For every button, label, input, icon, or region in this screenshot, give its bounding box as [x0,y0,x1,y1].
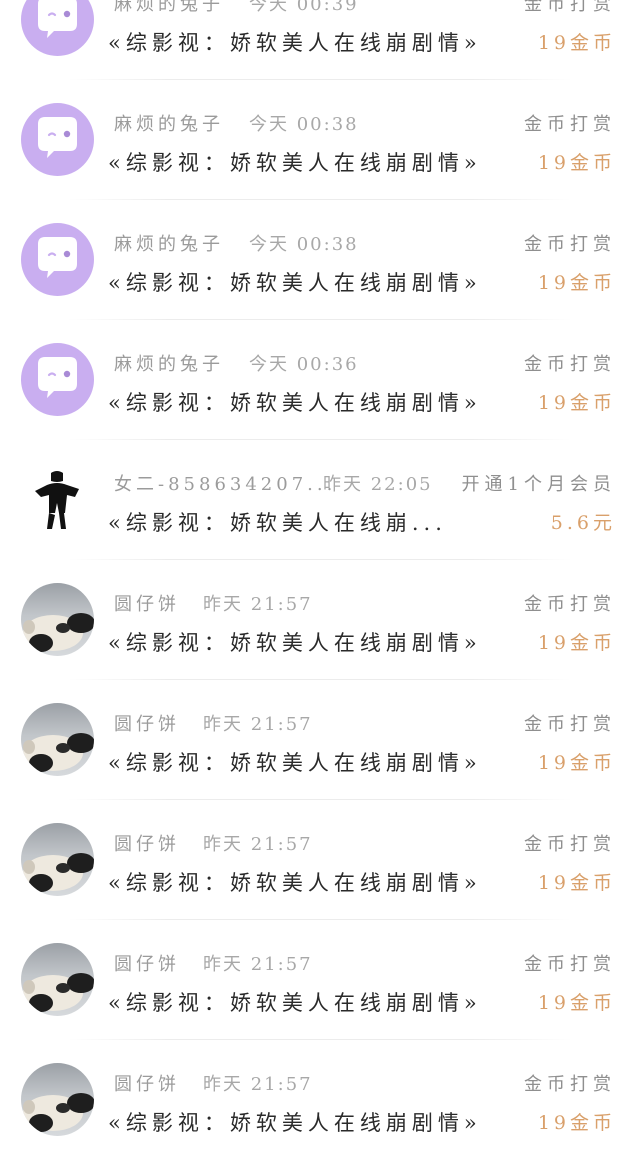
reward-amount: 19金币 [537,752,616,774]
reward-amount: 19金币 [537,992,616,1014]
timestamp: 昨天 21:57 [203,1074,313,1095]
reward-record-row[interactable]: 麻烦的兔子 今天 00:38 金币打赏 «综影视：娇软美人在线崩剧情» 19金币 [0,80,640,200]
reward-record-row[interactable]: 圆仔饼 昨天 21:57 金币打赏 «综影视：娇软美人在线崩剧情» 19金币 [0,800,640,920]
timestamp: 今天 00:38 [249,114,359,135]
reward-type: 金币打赏 [524,954,616,975]
panda-avatar[interactable] [21,583,94,656]
user-name: 麻烦的兔子 [114,0,224,15]
chat-bubble-avatar-icon[interactable] [21,343,94,416]
timestamp: 今天 00:38 [249,234,359,255]
reward-amount: 19金币 [537,1112,616,1134]
reward-amount: 19金币 [537,632,616,654]
reward-type: 金币打赏 [524,0,616,15]
reward-record-row[interactable]: 圆仔饼 昨天 21:57 金币打赏 «综影视：娇软美人在线崩剧情» 19金币 [0,560,640,680]
user-name: 麻烦的兔子 [114,234,224,255]
reward-type: 金币打赏 [524,354,616,375]
reward-record-row[interactable]: 圆仔饼 昨天 21:57 金币打赏 «综影视：娇软美人在线崩剧情» 19金币 [0,920,640,1040]
user-name: 圆仔饼 [114,594,180,615]
book-title: «综影视：娇软美人在线崩剧情» [108,871,482,895]
panda-avatar[interactable] [21,1063,94,1136]
reward-record-row[interactable]: 女二-858634207... 昨天 22:05 开通1个月会员 «综影视：娇软美人在… [0,440,640,560]
book-title: «综影视：娇软美人在线崩剧情» [108,271,482,295]
chat-bubble-avatar-icon[interactable] [21,103,94,176]
panda-avatar[interactable] [21,703,94,776]
reward-type: 金币打赏 [524,834,616,855]
book-title: «综影视：娇软美人在线崩... [108,511,447,535]
book-title: «综影视：娇软美人在线崩剧情» [108,151,482,175]
timestamp: 昨天 21:57 [203,834,313,855]
reward-record-row[interactable]: 圆仔饼 昨天 21:57 金币打赏 «综影视：娇软美人在线崩剧情» 19金币 [0,680,640,800]
book-title: «综影视：娇软美人在线崩剧情» [108,391,482,415]
book-title: «综影视：娇软美人在线崩剧情» [108,751,482,775]
user-name: 圆仔饼 [114,714,180,735]
book-title: «综影视：娇软美人在线崩剧情» [108,1111,482,1135]
user-name: 圆仔饼 [114,1074,180,1095]
timestamp: 昨天 21:57 [203,954,313,975]
reward-record-row[interactable]: 麻烦的兔子 今天 00:39 金币打赏 «综影视：娇软美人在线崩剧情» 19金币 [0,0,640,80]
user-name: 麻烦的兔子 [114,354,224,375]
chat-bubble-avatar-icon[interactable] [21,223,94,296]
panda-avatar[interactable] [21,823,94,896]
reward-type: 金币打赏 [524,114,616,135]
timestamp: 昨天 22:05 [323,474,433,495]
reward-record-row[interactable]: 圆仔饼 昨天 21:57 金币打赏 «综影视：娇软美人在线崩剧情» 19金币 [0,1040,640,1160]
book-title: «综影视：娇软美人在线崩剧情» [108,991,482,1015]
reward-amount: 19金币 [537,872,616,894]
timestamp: 昨天 21:57 [203,714,313,735]
user-name: 圆仔饼 [114,834,180,855]
user-name: 圆仔饼 [114,954,180,975]
book-title: «综影视：娇软美人在线崩剧情» [108,31,482,55]
reward-type: 金币打赏 [524,1074,616,1095]
reward-amount: 5.6元 [550,512,616,534]
book-title: «综影视：娇软美人在线崩剧情» [108,631,482,655]
reward-type: 金币打赏 [524,714,616,735]
reward-type: 开通1个月会员 [461,474,616,495]
reward-type: 金币打赏 [524,234,616,255]
timestamp: 今天 00:36 [249,354,359,375]
reward-amount: 19金币 [537,152,616,174]
timestamp: 昨天 21:57 [203,594,313,615]
panda-avatar[interactable] [21,943,94,1016]
timestamp: 今天 00:39 [249,0,359,15]
reward-amount: 19金币 [537,32,616,54]
chat-bubble-avatar-icon[interactable] [21,0,94,56]
reward-amount: 19金币 [537,392,616,414]
silhouette-avatar[interactable] [21,463,94,536]
reward-type: 金币打赏 [524,594,616,615]
user-name: 麻烦的兔子 [114,114,224,135]
reward-record-list: 麻烦的兔子 今天 00:39 金币打赏 «综影视：娇软美人在线崩剧情» 19金币 麻烦的兔… [0,0,640,1167]
reward-record-row[interactable]: 麻烦的兔子 今天 00:38 金币打赏 «综影视：娇软美人在线崩剧情» 19金币 [0,200,640,320]
reward-record-row[interactable]: 麻烦的兔子 今天 00:36 金币打赏 «综影视：娇软美人在线崩剧情» 19金币 [0,320,640,440]
user-name: 女二-858634207... [114,474,337,495]
reward-amount: 19金币 [537,272,616,294]
